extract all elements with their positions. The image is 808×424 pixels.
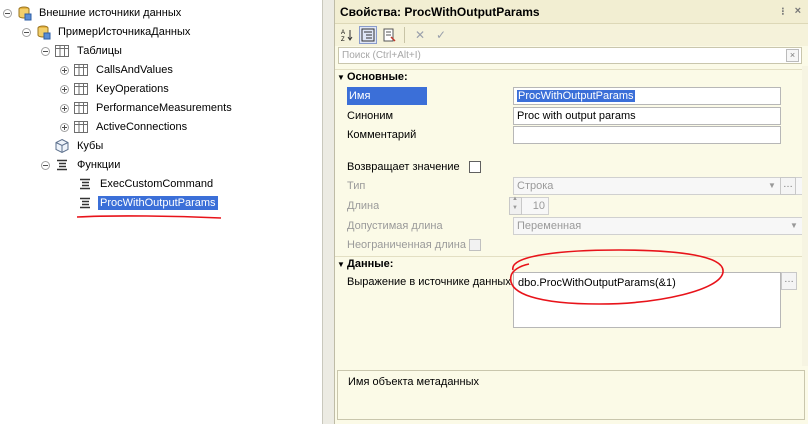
section-data-title: Данные: (347, 258, 394, 270)
name-field[interactable]: ProcWithOutputParams (513, 87, 781, 105)
tree-node-table-keyoperations[interactable]: KeyOperations (60, 80, 171, 98)
comment-field[interactable] (513, 126, 781, 144)
tree-node-table-callsandvalues[interactable]: CallsAndValues (60, 61, 175, 79)
tree-label: Внешние источники данных (39, 7, 182, 19)
synonym-label: Синоним (347, 110, 394, 122)
tree-label: Кубы (77, 140, 104, 152)
red-ellipse-annotation (509, 249, 724, 305)
cube-icon (55, 138, 69, 154)
allowed-length-label: Допустимая длина (347, 220, 443, 232)
tables-icon (55, 45, 69, 57)
collapse-section-icon[interactable]: ▼ (335, 260, 347, 269)
type-label: Тип (347, 180, 366, 192)
data-source-icon (37, 25, 51, 40)
metadata-tree: Внешние источники данных ПримерИсточника… (0, 0, 322, 424)
filter-properties-icon[interactable] (380, 26, 398, 44)
search-clear-icon[interactable]: × (786, 49, 799, 62)
type-select-button[interactable]: … (780, 177, 796, 195)
tree-node-data-source[interactable]: ПримерИсточникаДанных (22, 23, 192, 41)
synonym-field[interactable]: Proc with output params (513, 107, 781, 125)
collapse-icon[interactable] (41, 160, 50, 170)
tree-label: PerformanceMeasurements (96, 102, 232, 114)
comment-label: Комментарий (347, 129, 417, 141)
property-search-input[interactable]: Поиск (Ctrl+Alt+I) × (338, 47, 802, 64)
type-value: Строка (517, 180, 554, 192)
allowed-length-field[interactable]: Переменная (513, 217, 808, 235)
tree-node-cubes[interactable]: Кубы (54, 137, 105, 155)
section-main[interactable]: ▼ Основные: (335, 69, 808, 84)
allowed-length-dropdown-icon[interactable]: ▼ (787, 217, 801, 235)
expand-icon[interactable] (60, 84, 69, 94)
tree-label: KeyOperations (96, 83, 169, 95)
table-icon (74, 64, 88, 76)
svg-text:A: A (341, 30, 345, 36)
clear-x-icon[interactable]: ✕ (411, 26, 429, 44)
collapse-icon[interactable] (3, 8, 12, 18)
sort-alphabetical-icon[interactable]: AZ (338, 26, 356, 44)
red-underline-annotation (76, 215, 222, 219)
tree-node-function-procwithoutputparams[interactable]: ProcWithOutputParams (77, 194, 218, 212)
close-icon[interactable]: × (795, 5, 801, 18)
search-placeholder: Поиск (Ctrl+Alt+I) (342, 50, 421, 61)
tree-label: ПримерИсточникаДанных (58, 26, 191, 38)
tree-label: ExecCustomCommand (100, 178, 214, 190)
expression-label: Выражение в источнике данных (347, 276, 511, 288)
collapse-icon[interactable] (41, 46, 50, 56)
type-field[interactable]: Строка (513, 177, 808, 195)
tree-label: ActiveConnections (96, 121, 188, 133)
allowed-length-value: Переменная (517, 220, 582, 232)
table-icon (74, 102, 88, 114)
name-label: Имя (347, 87, 427, 105)
properties-toolbar: AZ ✕ ✓ (335, 24, 808, 46)
tree-label: Функции (77, 159, 121, 171)
function-icon (80, 197, 90, 209)
svg-text:Z: Z (341, 37, 345, 42)
unlimited-length-checkbox[interactable] (469, 239, 481, 251)
description-text: Имя объекта метаданных (348, 376, 479, 388)
name-value: ProcWithOutputParams (517, 90, 635, 102)
tree-label-selected: ProcWithOutputParams (98, 196, 218, 210)
returns-value-label: Возвращает значение (347, 161, 460, 173)
description-box: Имя объекта метаданных (337, 370, 805, 420)
expand-icon[interactable] (60, 122, 69, 132)
table-icon (74, 83, 88, 95)
unlimited-length-label: Неограниченная длина (347, 239, 466, 251)
apply-check-icon[interactable]: ✓ (432, 26, 450, 44)
expand-icon[interactable] (60, 103, 69, 113)
tree-label: CallsAndValues (96, 64, 173, 76)
expression-edit-button[interactable]: … (781, 272, 797, 290)
properties-title-bar: Свойства: ProcWithOutputParams ⁝ × (335, 0, 808, 24)
properties-scrollbar[interactable] (802, 66, 808, 366)
functions-icon (57, 159, 67, 171)
tree-label: Таблицы (77, 45, 122, 57)
collapse-section-icon[interactable]: ▼ (335, 73, 347, 82)
returns-value-checkbox[interactable] (469, 161, 481, 173)
panel-splitter[interactable] (322, 0, 334, 424)
type-dropdown-icon[interactable]: ▼ (765, 177, 779, 195)
length-label: Длина (347, 200, 380, 212)
toolbar-separator (404, 27, 405, 43)
function-icon (80, 178, 90, 190)
properties-title: Свойства: ProcWithOutputParams (340, 4, 540, 19)
tree-node-tables[interactable]: Таблицы (41, 42, 124, 60)
collapse-icon[interactable] (22, 27, 31, 37)
external-sources-icon (18, 6, 32, 21)
tree-node-table-activeconnections[interactable]: ActiveConnections (60, 118, 189, 136)
categorized-view-icon[interactable] (359, 26, 377, 44)
length-spinner[interactable] (509, 196, 522, 215)
table-icon (74, 121, 88, 133)
tree-node-functions[interactable]: Функции (41, 156, 122, 174)
expand-icon[interactable] (60, 65, 69, 75)
tree-node-table-performancemeasurements[interactable]: PerformanceMeasurements (60, 99, 234, 117)
properties-panel: Свойства: ProcWithOutputParams ⁝ × AZ ✕ … (334, 0, 808, 424)
options-icon[interactable]: ⁝ (781, 5, 785, 18)
tree-node-external-sources[interactable]: Внешние источники данных (3, 4, 183, 22)
tree-node-function-execcustomcommand[interactable]: ExecCustomCommand (77, 175, 215, 193)
section-main-title: Основные: (347, 71, 408, 83)
